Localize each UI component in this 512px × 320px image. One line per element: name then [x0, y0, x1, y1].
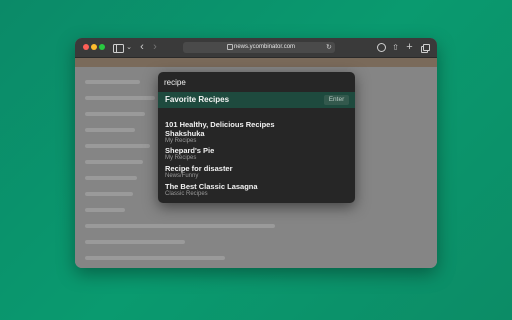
lock-icon — [227, 44, 233, 50]
palette-item-title: Recipe for disaster — [165, 164, 233, 173]
highlighted-item-label: Favorite Recipes — [165, 95, 230, 104]
zoom-window-button[interactable] — [99, 44, 105, 50]
content-row — [85, 112, 145, 116]
share-icon[interactable]: ⇧ — [391, 41, 400, 54]
palette-item[interactable]: Shepard's Pie My Recipes — [165, 146, 214, 161]
sidebar-icon[interactable] — [113, 41, 124, 54]
browser-toolbar: ⌄ ‹ › news.ycombinator.com ↻ ⇧ + — [75, 38, 437, 58]
content-row — [85, 256, 225, 260]
palette-item[interactable]: The Best Classic Lasagna Classic Recipes — [165, 182, 258, 197]
command-palette: Favorite Recipes Enter 101 Healthy, Deli… — [158, 72, 355, 203]
palette-item-title: 101 Healthy, Delicious Recipes — [165, 120, 275, 129]
palette-item[interactable]: Recipe for disaster News/Funny — [165, 164, 233, 179]
content-row — [85, 128, 135, 132]
content-row — [85, 224, 275, 228]
palette-item[interactable]: Shakshuka My Recipes — [165, 129, 205, 144]
palette-item-subtitle: News/Funny — [165, 173, 199, 179]
minimize-window-button[interactable] — [91, 44, 97, 50]
content-row — [85, 240, 185, 244]
content-row — [85, 208, 125, 212]
palette-item-subtitle: My Recipes — [165, 155, 197, 161]
tab-overview-icon[interactable] — [420, 41, 430, 54]
content-row — [85, 192, 133, 196]
palette-search-input[interactable] — [164, 76, 344, 88]
palette-item-subtitle: My Recipes — [165, 138, 197, 144]
palette-item-title: Shakshuka — [165, 129, 205, 138]
content-row — [85, 160, 143, 164]
content-row — [85, 176, 137, 180]
content-row — [85, 80, 140, 84]
forward-icon[interactable]: › — [151, 41, 159, 54]
address-text: news.ycombinator.com — [234, 44, 296, 50]
chevron-down-icon[interactable]: ⌄ — [126, 41, 132, 54]
palette-item-title: The Best Classic Lasagna — [165, 182, 258, 191]
reload-icon[interactable]: ↻ — [326, 42, 332, 53]
page-header-bar — [75, 58, 437, 67]
palette-item-title: Shepard's Pie — [165, 146, 215, 155]
close-window-button[interactable] — [83, 44, 89, 50]
enter-badge: Enter — [324, 95, 349, 105]
content-row — [85, 144, 150, 148]
palette-search-row — [158, 72, 355, 91]
back-icon[interactable]: ‹ — [138, 41, 146, 54]
palette-item-subtitle: Classic Recipes — [165, 191, 208, 197]
palette-highlighted-item[interactable]: Favorite Recipes Enter — [158, 92, 355, 108]
address-bar[interactable]: news.ycombinator.com ↻ — [183, 42, 335, 53]
download-icon[interactable] — [377, 41, 386, 54]
content-row — [85, 96, 155, 100]
new-tab-icon[interactable]: + — [405, 41, 414, 54]
